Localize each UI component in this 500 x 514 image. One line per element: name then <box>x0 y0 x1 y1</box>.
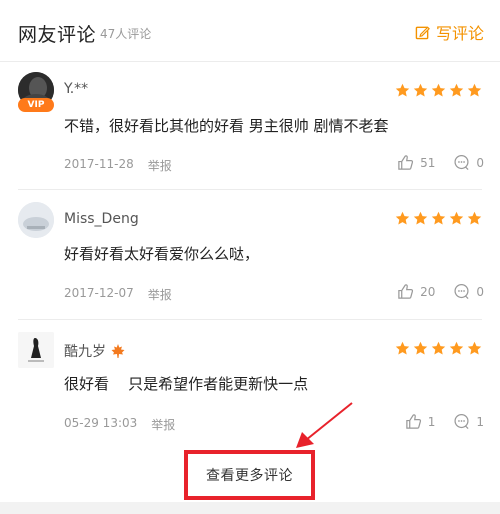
report-link[interactable]: 举报 <box>151 416 175 433</box>
comment-bubble-icon <box>454 154 469 171</box>
comment-text: 好看好看太好看爱你么么哒， <box>64 245 260 263</box>
comment-date: 05-29 13:03 <box>64 416 138 430</box>
rating-stars <box>395 83 482 98</box>
reply-count: 1 <box>476 414 484 429</box>
comment-bubble-icon <box>454 413 469 430</box>
more-comments-highlight: 查看更多评论 <box>184 450 315 500</box>
like-button[interactable]: 20 <box>397 283 435 300</box>
bottom-band <box>0 502 500 514</box>
edit-icon <box>415 25 430 39</box>
comment-actions: 1 1 <box>405 413 484 430</box>
comment-text: 很好看 只是希望作者能更新快一点 <box>64 375 309 393</box>
comment-item: VIP Y.** 不错，很好看比其他的好看 男主很帅 剧情不老套 2017-11… <box>0 62 500 190</box>
username[interactable]: 酷九岁 <box>64 341 126 361</box>
comments-header: 网友评论 47人评论 写评论 <box>0 0 500 62</box>
thumbs-up-icon <box>398 155 414 170</box>
thumbs-up-icon <box>405 414 421 429</box>
comment-meta: 2017-12-07 举报 <box>64 286 172 303</box>
star-icon <box>467 211 482 225</box>
username[interactable]: Y.** <box>64 81 88 97</box>
star-icon <box>431 211 446 225</box>
thumbs-up-icon <box>398 284 414 299</box>
comment-actions: 20 0 <box>397 283 484 300</box>
comment-date: 2017-12-07 <box>64 286 134 300</box>
vip-badge: VIP <box>18 98 54 112</box>
like-count: 1 <box>427 414 436 429</box>
star-icon <box>413 83 428 97</box>
comment-bubble-icon <box>454 283 469 300</box>
star-icon <box>431 83 446 97</box>
star-icon <box>413 211 428 225</box>
comment-meta: 05-29 13:03 举报 <box>64 416 175 433</box>
like-button[interactable]: 1 <box>405 413 436 430</box>
comments-page: 网友评论 47人评论 写评论 VIP Y.** 不错，很好看比其他的好看 男主很… <box>0 0 500 514</box>
star-icon <box>467 83 482 97</box>
maple-leaf-icon <box>111 344 125 358</box>
avatar[interactable] <box>18 202 54 238</box>
comment-date: 2017-11-28 <box>64 157 134 171</box>
like-button[interactable]: 51 <box>397 154 435 171</box>
reply-count: 0 <box>476 155 484 170</box>
reply-count: 0 <box>476 284 484 299</box>
comment-meta: 2017-11-28 举报 <box>64 157 172 174</box>
comment-item: Miss_Deng 好看好看太好看爱你么么哒， 2017-12-07 举报 20… <box>0 190 500 320</box>
comment-item: 酷九岁 很好看 只是希望作者能更新快一点 05-29 13:03 举报 1 1 <box>0 320 500 448</box>
write-comment-label: 写评论 <box>435 24 484 43</box>
star-icon <box>413 341 428 355</box>
star-icon <box>449 341 464 355</box>
star-icon <box>395 83 410 97</box>
star-icon <box>395 341 410 355</box>
like-count: 20 <box>420 284 436 299</box>
like-count: 51 <box>420 155 436 170</box>
comment-count: 47人评论 <box>100 27 152 41</box>
star-icon <box>395 211 410 225</box>
comment-actions: 51 0 <box>397 154 484 171</box>
write-comment-button[interactable]: 写评论 <box>415 20 484 44</box>
comment-text: 不错，很好看比其他的好看 男主很帅 剧情不老套 <box>64 117 389 135</box>
star-icon <box>449 211 464 225</box>
reply-button[interactable]: 0 <box>453 283 484 300</box>
username[interactable]: Miss_Deng <box>64 211 139 227</box>
reply-button[interactable]: 1 <box>453 413 484 430</box>
star-icon <box>467 341 482 355</box>
avatar[interactable] <box>18 332 54 368</box>
rating-stars <box>395 341 482 356</box>
rating-stars <box>395 211 482 226</box>
star-icon <box>449 83 464 97</box>
section-title: 网友评论 <box>18 24 97 46</box>
report-link[interactable]: 举报 <box>148 286 172 303</box>
reply-button[interactable]: 0 <box>453 154 484 171</box>
more-comments-button[interactable]: 查看更多评论 <box>206 465 293 485</box>
star-icon <box>431 341 446 355</box>
report-link[interactable]: 举报 <box>148 157 172 174</box>
arrow-icon <box>296 402 353 448</box>
